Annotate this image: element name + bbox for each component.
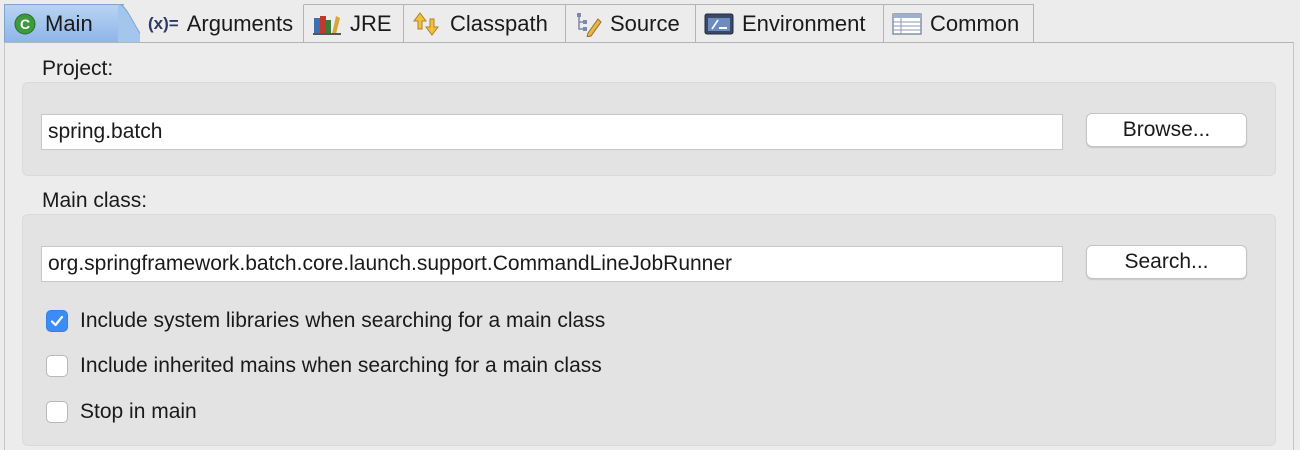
search-button[interactable]: Search... xyxy=(1086,245,1247,279)
option-include-system-libraries[interactable]: Include system libraries when searching … xyxy=(46,307,605,335)
jre-icon xyxy=(312,12,342,36)
tab-common[interactable]: Common xyxy=(884,4,1034,42)
main-class-label: Main class: xyxy=(42,189,148,212)
option-stop-in-main[interactable]: Stop in main xyxy=(46,398,197,426)
tab-arguments-label: Arguments xyxy=(186,10,294,36)
tab-environment[interactable]: Environment xyxy=(696,4,884,42)
include-system-libraries-checkbox[interactable] xyxy=(46,310,68,332)
main-class-field[interactable]: org.springframework.batch.core.launch.su… xyxy=(41,246,1063,282)
project-field[interactable]: spring.batch xyxy=(41,114,1063,150)
tab-environment-label: Environment xyxy=(742,10,866,36)
include-inherited-mains-label: Include inherited mains when searching f… xyxy=(80,354,602,377)
classpath-icon xyxy=(412,11,442,37)
tab-common-label: Common xyxy=(930,10,1020,36)
browse-button[interactable]: Browse... xyxy=(1086,113,1247,147)
project-label: Project: xyxy=(42,57,114,80)
stop-in-main-label: Stop in main xyxy=(80,400,197,423)
stop-in-main-checkbox[interactable] xyxy=(46,401,68,423)
tab-source[interactable]: Source xyxy=(566,4,696,42)
checkmark-icon xyxy=(50,315,64,327)
launch-config-tabbar: C Main (x)= Arguments JRE Classpath Sour… xyxy=(0,0,1300,44)
main-class-icon: C xyxy=(13,12,37,36)
tab-main[interactable]: C Main xyxy=(4,4,124,42)
arguments-icon: (x)= xyxy=(148,13,179,33)
tab-arguments[interactable]: (x)= Arguments xyxy=(140,4,304,42)
tab-main-label: Main xyxy=(45,10,93,36)
svg-text:C: C xyxy=(20,16,30,32)
tab-jre-label: JRE xyxy=(350,10,392,36)
environment-icon xyxy=(704,12,734,36)
tab-classpath-label: Classpath xyxy=(450,10,548,36)
include-system-libraries-label: Include system libraries when searching … xyxy=(80,309,606,332)
common-icon xyxy=(892,12,922,36)
tab-jre[interactable]: JRE xyxy=(304,4,404,42)
option-include-inherited-mains[interactable]: Include inherited mains when searching f… xyxy=(46,352,602,380)
include-inherited-mains-checkbox[interactable] xyxy=(46,355,68,377)
source-icon xyxy=(574,11,602,37)
tab-source-label: Source xyxy=(610,10,680,36)
tab-classpath[interactable]: Classpath xyxy=(404,4,566,42)
